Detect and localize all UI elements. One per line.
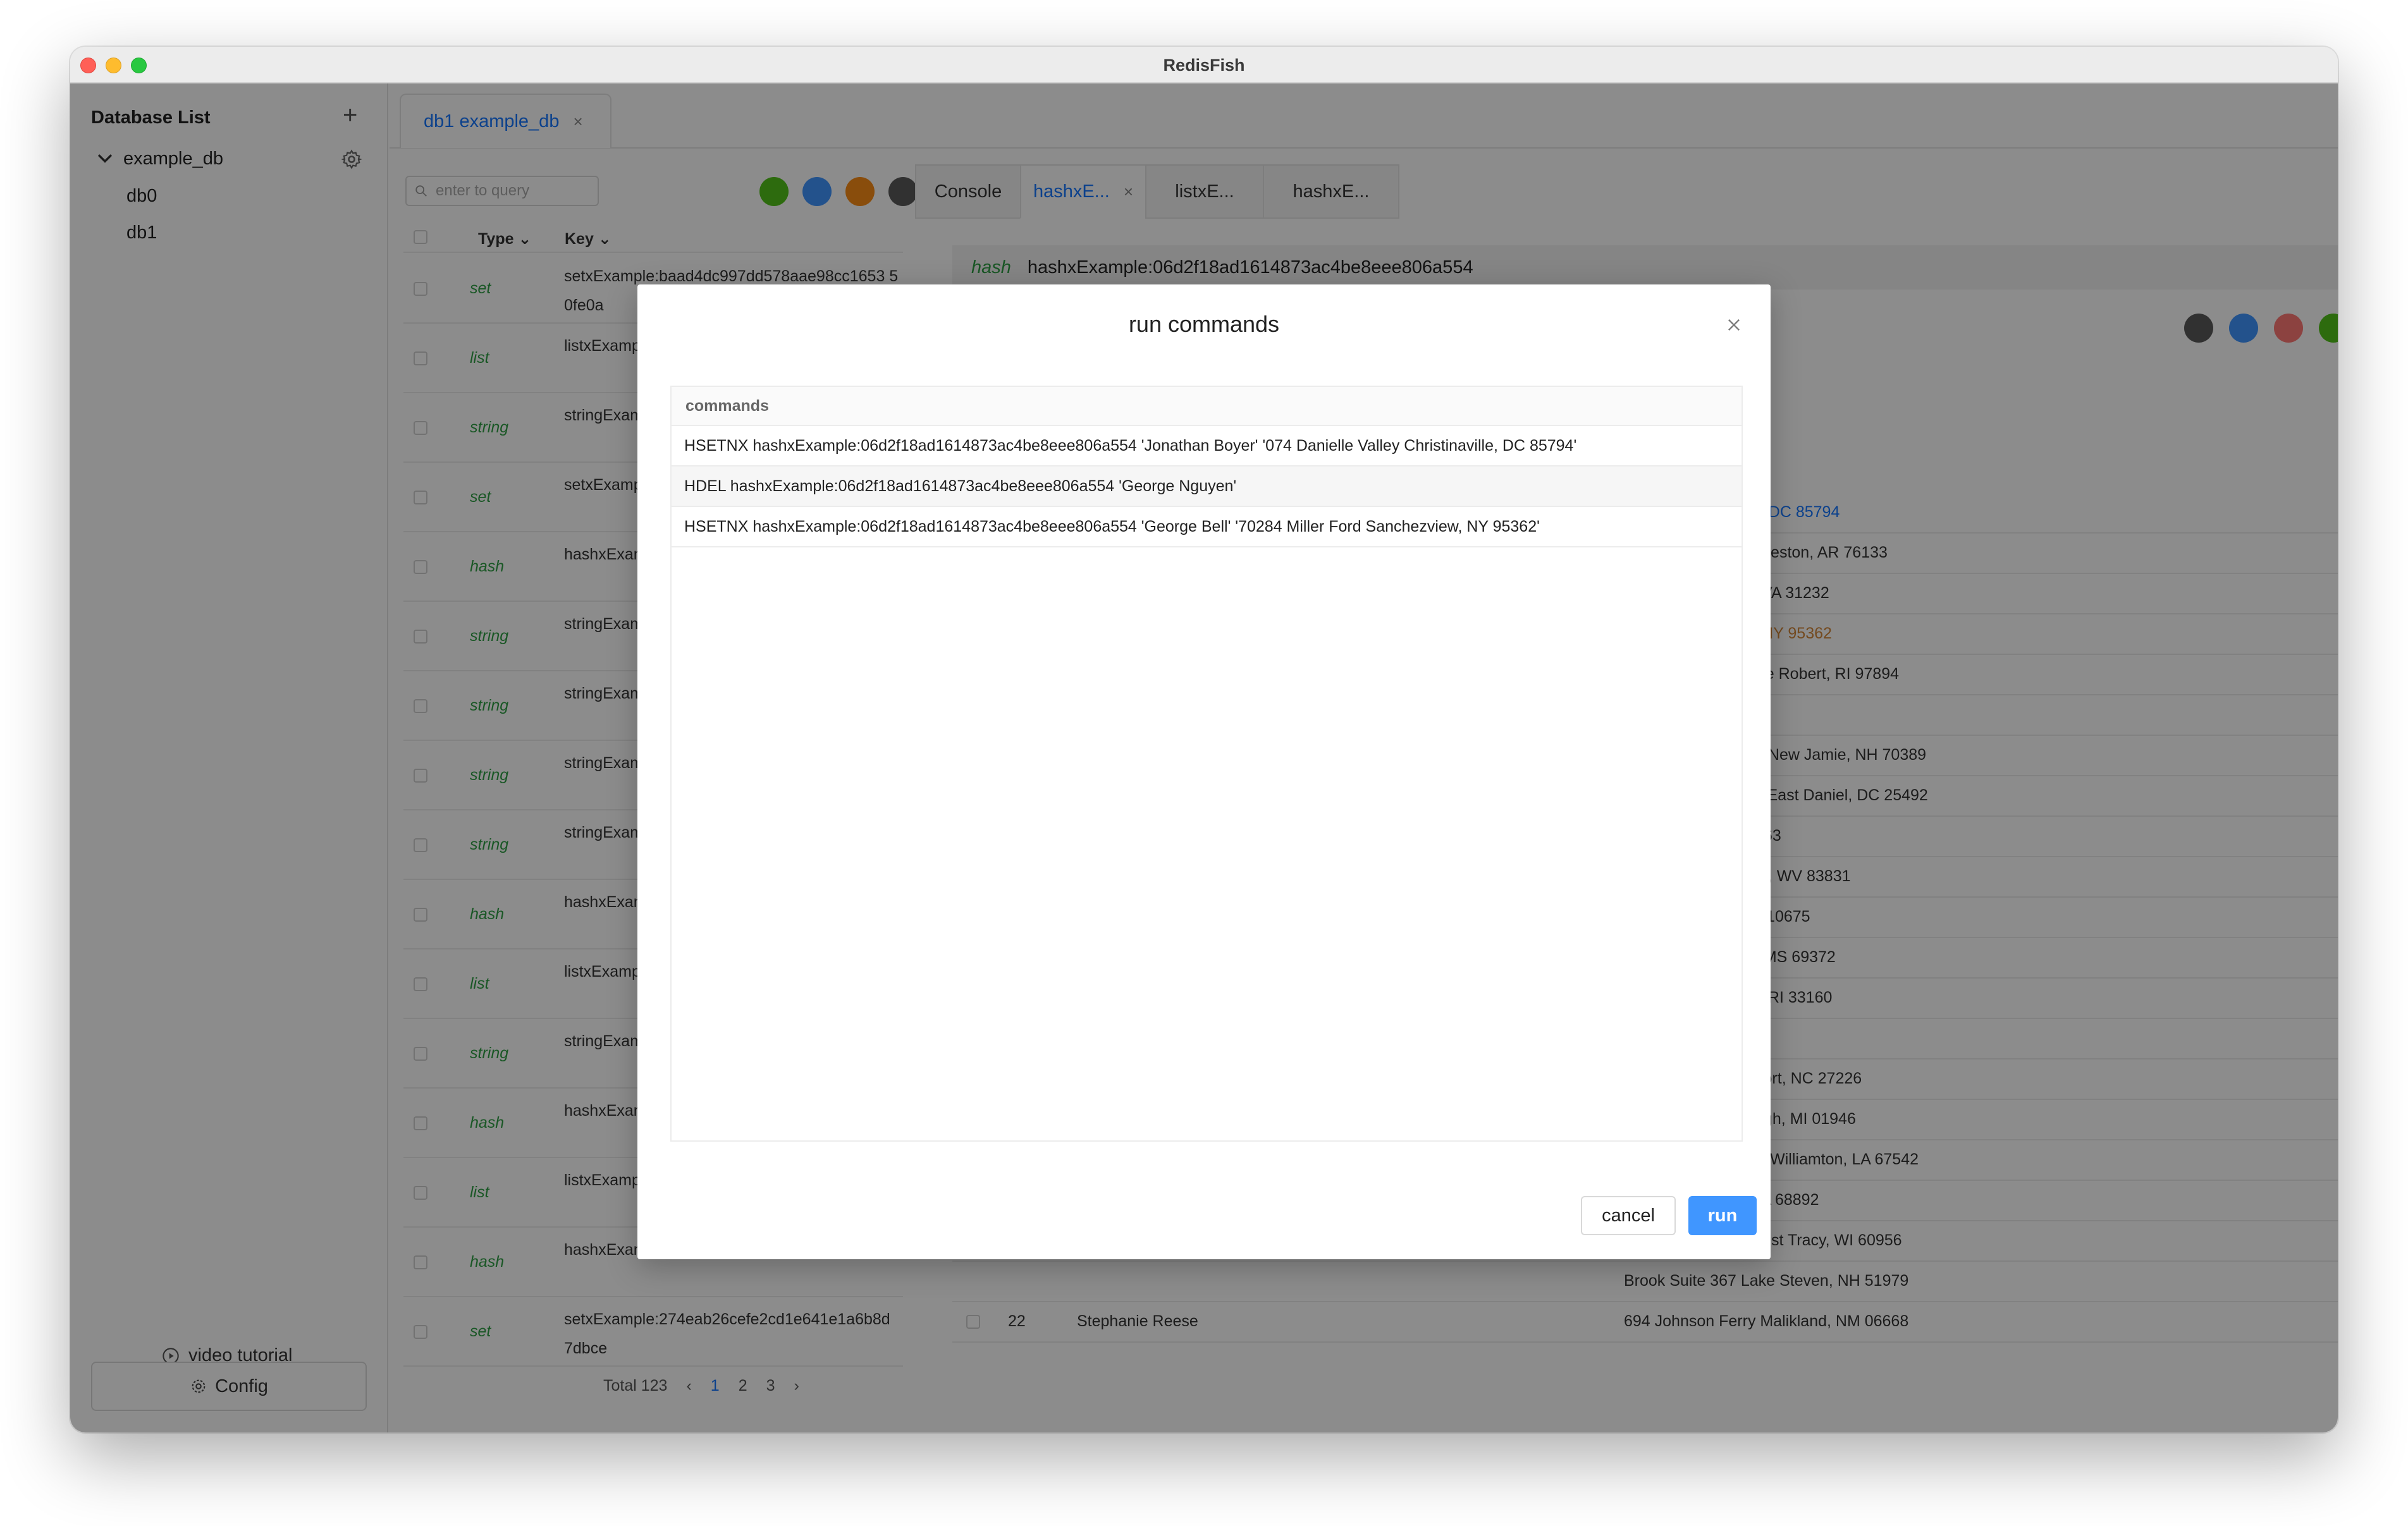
dialog-title: run commands (1128, 311, 1280, 337)
window-title: RedisFish (1163, 56, 1245, 75)
command-row: HDEL hashxExample:06d2f18ad1614873ac4be8… (672, 467, 1742, 507)
title-bar: RedisFish (70, 47, 2338, 83)
commands-column-header: commands (672, 387, 1742, 426)
run-commands-dialog: run commands commands HSETNX hashxExampl… (637, 284, 1771, 1259)
commands-table: commands HSETNX hashxExample:06d2f18ad16… (670, 386, 1743, 1142)
run-button[interactable]: run (1688, 1196, 1757, 1235)
close-icon[interactable] (1725, 316, 1743, 334)
cancel-button[interactable]: cancel (1581, 1196, 1676, 1235)
command-row: HSETNX hashxExample:06d2f18ad1614873ac4b… (672, 426, 1742, 467)
app-window: RedisFish Database List + example_db db0… (70, 47, 2338, 1432)
command-row: HSETNX hashxExample:06d2f18ad1614873ac4b… (672, 507, 1742, 547)
